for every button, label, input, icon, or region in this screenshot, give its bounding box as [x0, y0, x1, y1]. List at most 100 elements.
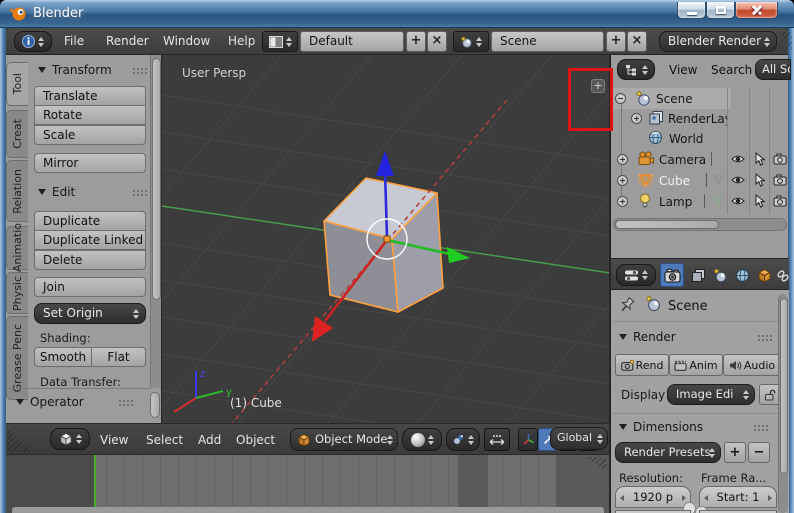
- manipulate-center-points-button[interactable]: [484, 428, 510, 451]
- close-button[interactable]: [735, 2, 778, 19]
- scrollbar-thumb[interactable]: [780, 298, 788, 474]
- outliner-row-renderlayer[interactable]: RenderLaye: [611, 108, 789, 129]
- render-presets-dropdown[interactable]: Render Presets: [615, 442, 721, 463]
- operator-scrollbar[interactable]: [150, 392, 160, 418]
- resolution-x-field[interactable]: 1920 p: [615, 486, 691, 508]
- selectability-cursor-icon[interactable]: [754, 152, 765, 166]
- mode-dropdown[interactable]: Object Mode: [290, 428, 398, 451]
- shade-flat-button[interactable]: Flat: [91, 347, 146, 367]
- menu-help[interactable]: Help: [228, 34, 255, 48]
- display-mode-dropdown[interactable]: Image Edi: [667, 384, 755, 405]
- expand-toggle-icon[interactable]: [631, 113, 642, 124]
- remove-scene-button[interactable]: ×: [627, 31, 647, 52]
- menu-render[interactable]: Render: [106, 34, 149, 48]
- tab-render-properties[interactable]: [660, 263, 684, 287]
- editor-type-selector-outliner[interactable]: [617, 59, 655, 80]
- viewport-canvas[interactable]: z y User Persp (1) Cube: [162, 55, 610, 423]
- menu-window[interactable]: Window: [163, 34, 210, 48]
- duplicate-linked-button[interactable]: Duplicate Linked: [34, 230, 146, 250]
- remove-layout-button[interactable]: ×: [427, 31, 447, 52]
- editor-type-selector-info[interactable]: [14, 31, 52, 52]
- add-layout-button[interactable]: +: [406, 31, 426, 52]
- selectability-cursor-icon[interactable]: [754, 194, 765, 208]
- orientation-dropdown[interactable]: Global: [550, 427, 608, 450]
- outliner-display-filter-dropdown[interactable]: All Sc: [755, 59, 791, 80]
- mirror-button[interactable]: Mirror: [34, 153, 146, 173]
- shelf-tab-animation[interactable]: Animatio: [6, 226, 28, 270]
- pin-icon[interactable]: [619, 297, 636, 315]
- visibility-eye-icon[interactable]: [731, 153, 745, 165]
- scrollbar-thumb[interactable]: [615, 220, 719, 229]
- editor-type-selector-properties[interactable]: [616, 264, 656, 286]
- dimensions-panel-header[interactable]: Dimensions: [619, 420, 703, 434]
- add-preset-button[interactable]: +: [724, 442, 746, 463]
- menu-file[interactable]: File: [64, 34, 84, 48]
- view3d-menu-object[interactable]: Object: [236, 433, 275, 447]
- outliner-row-lamp[interactable]: Lamp: [611, 191, 789, 212]
- shelf-tab-tool[interactable]: Tool: [6, 62, 28, 106]
- editor-type-selector-3dview[interactable]: [50, 428, 90, 450]
- play-rendered-audio-button[interactable]: Audio: [723, 354, 781, 376]
- outliner-h-scrollbar[interactable]: [613, 218, 787, 231]
- layout-name-field[interactable]: Default: [300, 31, 404, 52]
- render-panel-header[interactable]: Render: [619, 330, 676, 344]
- remove-preset-button[interactable]: −: [748, 442, 770, 463]
- timeline-region[interactable]: [6, 455, 610, 513]
- tab-object[interactable]: [753, 264, 775, 287]
- render-animation-button[interactable]: Anim: [669, 354, 723, 376]
- current-frame-playhead[interactable]: [94, 455, 96, 513]
- shelf-tab-relations[interactable]: Relation: [6, 160, 28, 222]
- shade-smooth-button[interactable]: Smooth: [34, 347, 92, 367]
- add-scene-button[interactable]: +: [606, 31, 626, 52]
- outliner-search-menu[interactable]: Search: [711, 63, 752, 77]
- set-origin-dropdown[interactable]: Set Origin: [34, 303, 146, 324]
- translate-button[interactable]: Translate: [34, 86, 146, 106]
- view3d-menu-select[interactable]: Select: [146, 433, 183, 447]
- tab-constraints[interactable]: [775, 264, 791, 287]
- outliner-row-scene[interactable]: Scene: [611, 88, 789, 109]
- expand-toggle-icon[interactable]: [617, 196, 628, 207]
- shelf-tab-physics[interactable]: Physic: [6, 272, 28, 314]
- renderability-camera-icon[interactable]: [773, 195, 787, 207]
- view3d-menu-add[interactable]: Add: [198, 433, 221, 447]
- scene-name-field[interactable]: Scene: [491, 31, 604, 52]
- panel-drag-dots[interactable]: [118, 399, 133, 406]
- expand-toggle-icon[interactable]: [617, 154, 628, 165]
- tab-scene[interactable]: [709, 264, 731, 287]
- shelf-tab-create[interactable]: Creat: [6, 110, 28, 158]
- operator-panel-header[interactable]: Operator: [16, 395, 84, 409]
- tab-render-layers[interactable]: [687, 264, 709, 287]
- corner-resize-grip[interactable]: [8, 428, 32, 452]
- delete-button[interactable]: Delete: [34, 250, 146, 270]
- renderability-camera-icon[interactable]: [773, 174, 787, 186]
- header-resize-grip[interactable]: [780, 32, 792, 50]
- scrollbar-thumb[interactable]: [152, 58, 161, 300]
- outliner-row-world[interactable]: World: [611, 128, 789, 149]
- rotate-button[interactable]: Rotate: [34, 105, 146, 125]
- edit-panel-header[interactable]: Edit: [38, 185, 75, 199]
- outliner-row-cube[interactable]: Cube: [611, 170, 789, 191]
- properties-scrollbar[interactable]: [778, 294, 788, 513]
- titlebar[interactable]: Blender: [0, 0, 794, 28]
- maximize-button[interactable]: [706, 2, 735, 19]
- transform-panel-header[interactable]: Transform: [38, 63, 112, 77]
- selectability-cursor-icon[interactable]: [754, 173, 765, 187]
- join-button[interactable]: Join: [34, 277, 146, 297]
- render-engine-dropdown[interactable]: Blender Render: [659, 31, 777, 52]
- panel-drag-dots[interactable]: [132, 189, 147, 196]
- frame-start-field[interactable]: Start: 1: [699, 486, 777, 508]
- visibility-eye-icon[interactable]: [731, 174, 745, 186]
- panel-drag-dots[interactable]: [757, 334, 772, 341]
- outliner-row-camera[interactable]: Camera: [611, 149, 789, 170]
- expand-toggle-icon[interactable]: [617, 175, 628, 186]
- pivot-point-dropdown[interactable]: [446, 428, 480, 451]
- panel-drag-dots[interactable]: [753, 424, 768, 431]
- tab-world[interactable]: [731, 264, 753, 287]
- screen-layout-selector[interactable]: [262, 31, 298, 52]
- collapse-toggle-icon[interactable]: [615, 93, 626, 104]
- scene-selector[interactable]: [453, 31, 489, 52]
- panel-drag-dots[interactable]: [132, 67, 147, 74]
- timeline-h-scrollbar[interactable]: [12, 507, 604, 513]
- viewport-shading-dropdown[interactable]: [402, 428, 442, 451]
- renderability-camera-icon[interactable]: [773, 153, 787, 165]
